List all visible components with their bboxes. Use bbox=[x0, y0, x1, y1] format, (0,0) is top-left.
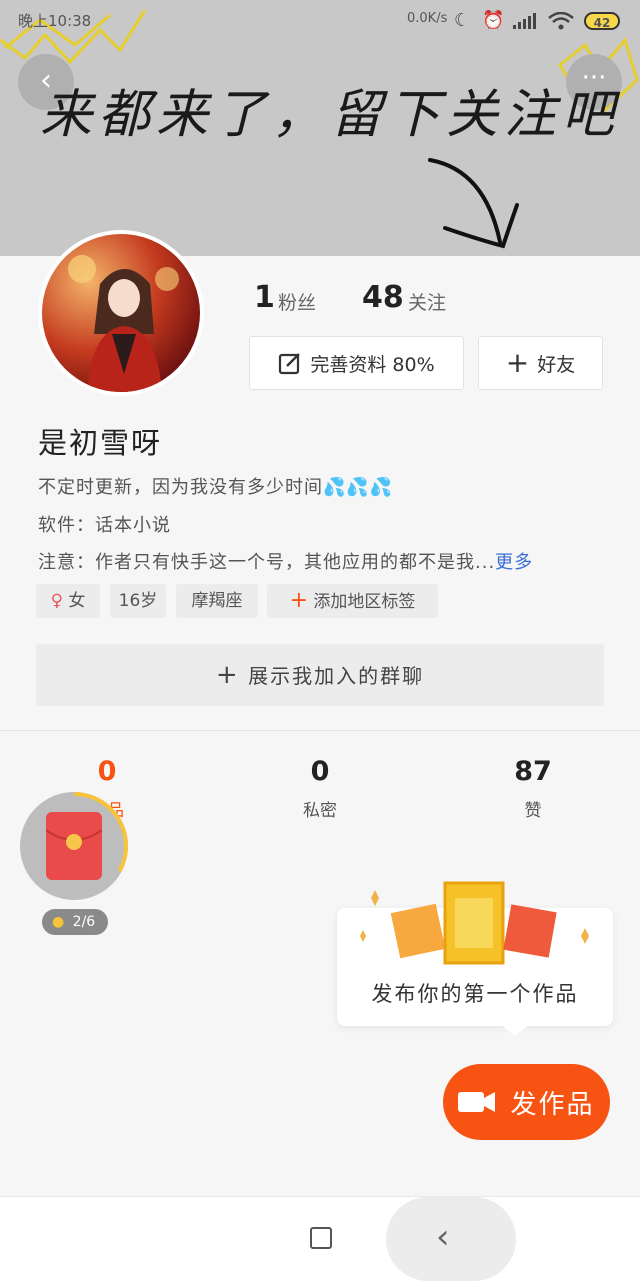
battery-indicator: 42 bbox=[584, 12, 620, 30]
moon-icon: ☾ bbox=[454, 10, 471, 31]
tag-zodiac[interactable]: 摩羯座 bbox=[176, 584, 258, 618]
signal-icon bbox=[513, 13, 536, 29]
plus-icon: + bbox=[289, 588, 309, 613]
female-icon: ♀ bbox=[50, 591, 64, 611]
following-label[interactable]: 关注 bbox=[408, 288, 446, 315]
tag-age[interactable]: 16岁 bbox=[110, 584, 166, 618]
edit-icon bbox=[279, 353, 301, 375]
bio-line-3: 注意：作者只有快手这一个号，其他应用的都不是我...更多 bbox=[38, 548, 533, 574]
arrow-doodle-icon bbox=[428, 158, 519, 249]
following-count[interactable]: 48 bbox=[362, 280, 404, 315]
tab-private-label[interactable]: 私密 bbox=[260, 796, 380, 821]
nav-back-button[interactable]: ‹ bbox=[436, 1217, 450, 1257]
bio-line-3-text: 注意：作者只有快手这一个号，其他应用的都不是我... bbox=[38, 552, 496, 573]
media-illustration-icon bbox=[360, 881, 589, 965]
recents-button[interactable] bbox=[310, 1227, 332, 1249]
cover-header[interactable]: 晚上10:38 0.0K/s ☾ ⏰ 42 ‹ ··· 来都来了，留下关注吧 bbox=[0, 0, 640, 256]
fans-count[interactable]: 1 bbox=[254, 280, 275, 315]
coin-icon: ● bbox=[52, 914, 65, 930]
nav-back-highlight bbox=[386, 1197, 516, 1281]
cover-handwritten-text: 来都来了，留下关注吧 bbox=[40, 85, 621, 145]
publish-work-button[interactable]: 发作品 bbox=[443, 1064, 610, 1140]
wifi-icon bbox=[548, 12, 574, 30]
show-groups-button[interactable]: + 展示我加入的群聊 bbox=[36, 644, 604, 706]
red-packet-widget[interactable] bbox=[20, 792, 128, 900]
tab-likes-label[interactable]: 赞 bbox=[473, 796, 593, 821]
fans-label[interactable]: 粉丝 bbox=[278, 288, 316, 315]
avatar-figure-icon bbox=[68, 255, 179, 392]
tab-private-count[interactable]: 0 bbox=[260, 756, 380, 787]
publish-tip-pointer bbox=[500, 1024, 530, 1036]
publish-tip-card[interactable] bbox=[337, 881, 613, 1026]
tab-works-count[interactable]: 0 bbox=[47, 756, 167, 787]
tag-add-region[interactable]: + 添加地区标签 bbox=[267, 584, 438, 618]
plus-icon: + bbox=[505, 346, 530, 379]
red-envelope-icon bbox=[45, 812, 103, 880]
video-camera-icon bbox=[458, 1092, 496, 1112]
bio-line-1: 不定时更新，因为我没有多少时间💦💦💦 bbox=[38, 477, 394, 498]
section-divider bbox=[0, 730, 640, 731]
publish-work-label: 发作品 bbox=[510, 1089, 595, 1120]
tag-gender[interactable]: ♀ 女 bbox=[36, 584, 100, 618]
tag-add-region-label: 添加地区标签 bbox=[313, 592, 416, 612]
bio-more-link[interactable]: 更多 bbox=[495, 552, 533, 573]
edit-profile-button[interactable]: 完善资料 80% bbox=[249, 336, 464, 390]
status-bar: 晚上10:38 0.0K/s ☾ ⏰ 42 bbox=[0, 0, 640, 42]
network-speed: 0.0K/s bbox=[407, 11, 448, 26]
chevron-left-icon: ‹ bbox=[436, 1217, 450, 1257]
profile-name: 是初雪呀 bbox=[38, 426, 163, 460]
plus-icon: + bbox=[215, 660, 240, 690]
add-friend-label: 好友 bbox=[537, 353, 576, 376]
bio-line-2: 软件：话本小说 bbox=[38, 515, 171, 536]
publish-tip-text: 发布你的第一个作品 bbox=[371, 982, 579, 1006]
status-time: 晚上10:38 bbox=[18, 12, 92, 30]
avatar[interactable] bbox=[38, 230, 204, 396]
coin-progress-text: 2/6 bbox=[72, 914, 96, 930]
add-friend-button[interactable]: + 好友 bbox=[478, 336, 603, 390]
alarm-icon: ⏰ bbox=[482, 10, 505, 31]
show-groups-label: 展示我加入的群聊 bbox=[248, 664, 425, 688]
system-nav-bar: ‹ bbox=[0, 1196, 640, 1281]
tab-likes-count[interactable]: 87 bbox=[473, 756, 593, 787]
coin-progress-badge: ● 2/6 bbox=[42, 909, 108, 935]
avatar-illustration bbox=[42, 234, 200, 392]
edit-profile-label: 完善资料 80% bbox=[310, 353, 435, 376]
tag-gender-label: 女 bbox=[68, 591, 86, 611]
